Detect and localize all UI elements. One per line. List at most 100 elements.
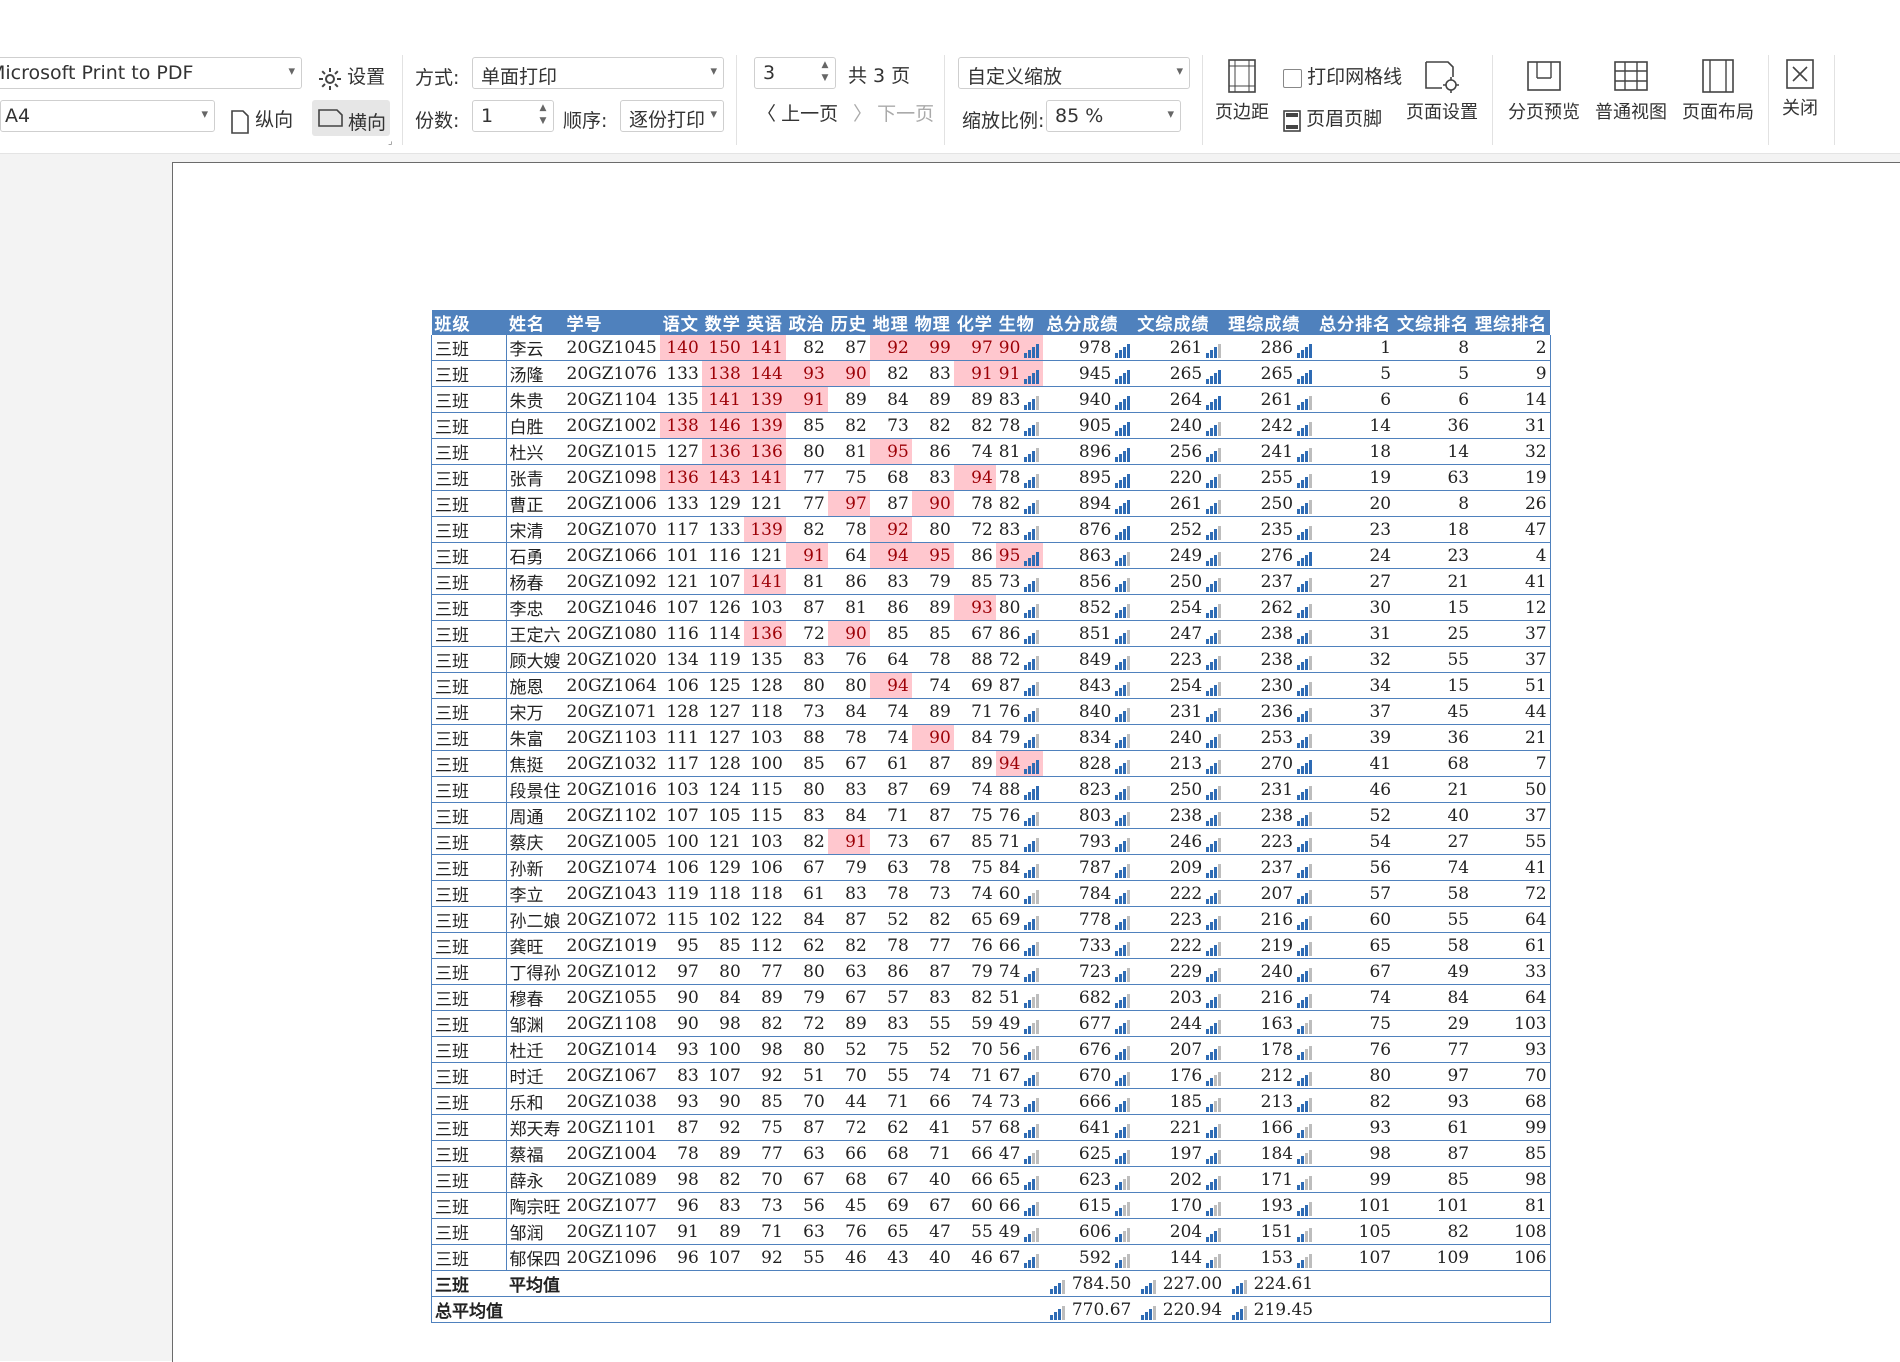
table-cell: 20GZ1005 — [563, 828, 660, 855]
margins-button[interactable]: 页边距 — [1210, 58, 1274, 124]
cell-value: 孙新 — [509, 860, 544, 880]
zoom-percent-select[interactable]: 85 % ▾ — [1046, 100, 1181, 132]
cell-value: 85 — [719, 935, 741, 956]
cell-value: 67 — [845, 753, 867, 774]
cell-value: 116 — [708, 545, 741, 566]
signal-bars-icon — [1050, 1274, 1066, 1294]
divider — [736, 55, 737, 145]
printer-settings-button[interactable]: 设置 — [318, 62, 385, 91]
spinner-icon[interactable]: ▲ ▼ — [819, 59, 831, 85]
table-cell: 286 — [1225, 335, 1317, 361]
zoom-mode-select[interactable]: 自定义缩放 ▾ — [958, 57, 1190, 89]
cell-value: 193 — [1260, 1195, 1294, 1216]
table-cell: 87 — [1394, 1140, 1473, 1167]
cell-value: 82 — [887, 363, 909, 384]
table-cell: 83 — [995, 386, 1044, 413]
page-setup-icon — [1425, 61, 1459, 93]
cell-value: 124 — [708, 779, 741, 800]
column-header: 理综成绩 — [1225, 310, 1317, 335]
signal-bars-icon — [1297, 598, 1313, 618]
collate-order-select[interactable]: 逐份打印 ▾ — [620, 100, 724, 132]
cell-value: 238 — [1169, 805, 1203, 826]
cell-value: 102 — [708, 909, 741, 930]
cell-value: 101 — [666, 545, 699, 566]
table-cell: 86 — [953, 542, 996, 569]
checkbox-box[interactable] — [1283, 69, 1302, 88]
cell-value: 93 — [971, 597, 993, 618]
cell-value: 119 — [708, 649, 741, 670]
cell-value: 83 — [929, 363, 951, 384]
prev-page-button[interactable]: 〈 上一页 — [757, 99, 838, 126]
cell-value: 19 — [1369, 467, 1392, 488]
print-gridlines-checkbox[interactable]: 打印网格线 — [1283, 62, 1402, 89]
signal-bars-icon — [1115, 780, 1131, 800]
cell-value: 98 — [761, 1039, 783, 1060]
table-row: 三班 杜迁 20GZ1014 93 100 98 80 52 75 52 70 56 676 207 178… — [431, 1036, 1551, 1063]
dialog-launcher-icon[interactable]: ⌟ — [388, 136, 393, 147]
portrait-button[interactable]: 纵向 — [230, 105, 293, 134]
table-cell: 77 — [743, 1140, 786, 1167]
landscape-button[interactable]: 横向 — [312, 100, 390, 136]
cell-value: 9 — [1535, 363, 1547, 384]
printer-select[interactable]: Microsoft Print to PDF ▾ — [0, 57, 302, 89]
table-row: 三班 孙二娘 20GZ1072 115 102 122 84 87 52 82 65 69 778 223… — [431, 906, 1551, 933]
table-cell: 68 — [995, 1114, 1044, 1141]
divider — [1492, 55, 1493, 145]
cell-value: 100 — [666, 831, 699, 852]
cell-value: 64 — [1524, 909, 1547, 930]
cell-value: 81 — [845, 441, 867, 462]
table-cell: 蔡庆 — [505, 828, 564, 855]
table-cell: 47 — [1472, 516, 1551, 543]
cell-value: 三班 — [435, 678, 469, 698]
page-setup-button[interactable]: 页面设置 — [1400, 58, 1484, 124]
table-cell: 128 — [659, 698, 702, 725]
table-cell: 89 — [827, 1010, 870, 1037]
next-page-button[interactable]: 〉 下一页 — [853, 99, 934, 126]
cell-value: 三班 — [435, 1120, 469, 1140]
cell-value: 90 — [929, 493, 951, 514]
cell-value: 石勇 — [509, 548, 544, 568]
cell-value: 71 — [998, 831, 1021, 852]
table-cell: 20GZ1004 — [563, 1140, 660, 1167]
cell-value: 61 — [1524, 935, 1547, 956]
page-layout-button[interactable]: 页面布局 — [1676, 58, 1760, 124]
table-cell: 三班 — [431, 828, 506, 855]
print-mode-select[interactable]: 单面打印 ▾ — [472, 57, 724, 89]
paper-size-select[interactable]: A4 ▾ — [0, 100, 215, 132]
cell-value: 78 — [677, 1143, 699, 1164]
cell-value: 129 — [708, 857, 741, 878]
table-cell: 15 — [1394, 594, 1473, 621]
zoom-percent-value: 85 % — [1055, 105, 1104, 127]
table-cell: 78 — [911, 646, 954, 673]
cell-value: 三班 — [435, 652, 469, 672]
table-cell — [953, 1296, 996, 1323]
next-page-label: 下一页 — [877, 103, 935, 125]
spinner-icon[interactable]: ▲ ▼ — [537, 102, 549, 128]
cell-value: 55 — [929, 1013, 951, 1034]
signal-bars-icon — [1115, 598, 1131, 618]
cell-value: 111 — [666, 727, 699, 748]
cell-value: 84 — [1447, 987, 1470, 1008]
cell-value: 286 — [1260, 337, 1294, 358]
cell-value: 108 — [1514, 1221, 1547, 1242]
copies-input[interactable]: 1 ▲ ▼ — [472, 100, 554, 132]
table-cell: 94 — [953, 464, 996, 491]
table-cell: 王定六 — [505, 620, 564, 647]
cell-value: 83 — [803, 805, 825, 826]
cell-value: 20GZ1067 — [566, 1065, 657, 1086]
cell-value: 45 — [845, 1195, 867, 1216]
cell-value: 136 — [708, 441, 741, 462]
normal-view-button[interactable]: 普通视图 — [1588, 58, 1674, 124]
table-cell: 9 — [1472, 360, 1551, 387]
chevron-down-icon: ▾ — [201, 107, 208, 122]
table-cell: 84 — [701, 984, 744, 1011]
table-cell: 49 — [995, 1218, 1044, 1245]
cell-value: 89 — [971, 389, 993, 410]
cell-value: 82 — [803, 519, 825, 540]
cell-value: 90 — [929, 727, 951, 748]
header-footer-button[interactable]: 页眉页脚 — [1283, 104, 1382, 132]
page-number-input[interactable]: 3 ▲ ▼ — [754, 57, 836, 89]
page-break-preview-button[interactable]: 分页预览 — [1500, 58, 1588, 124]
table-cell: 92 — [743, 1062, 786, 1089]
close-preview-button[interactable]: 关闭 — [1776, 58, 1824, 120]
